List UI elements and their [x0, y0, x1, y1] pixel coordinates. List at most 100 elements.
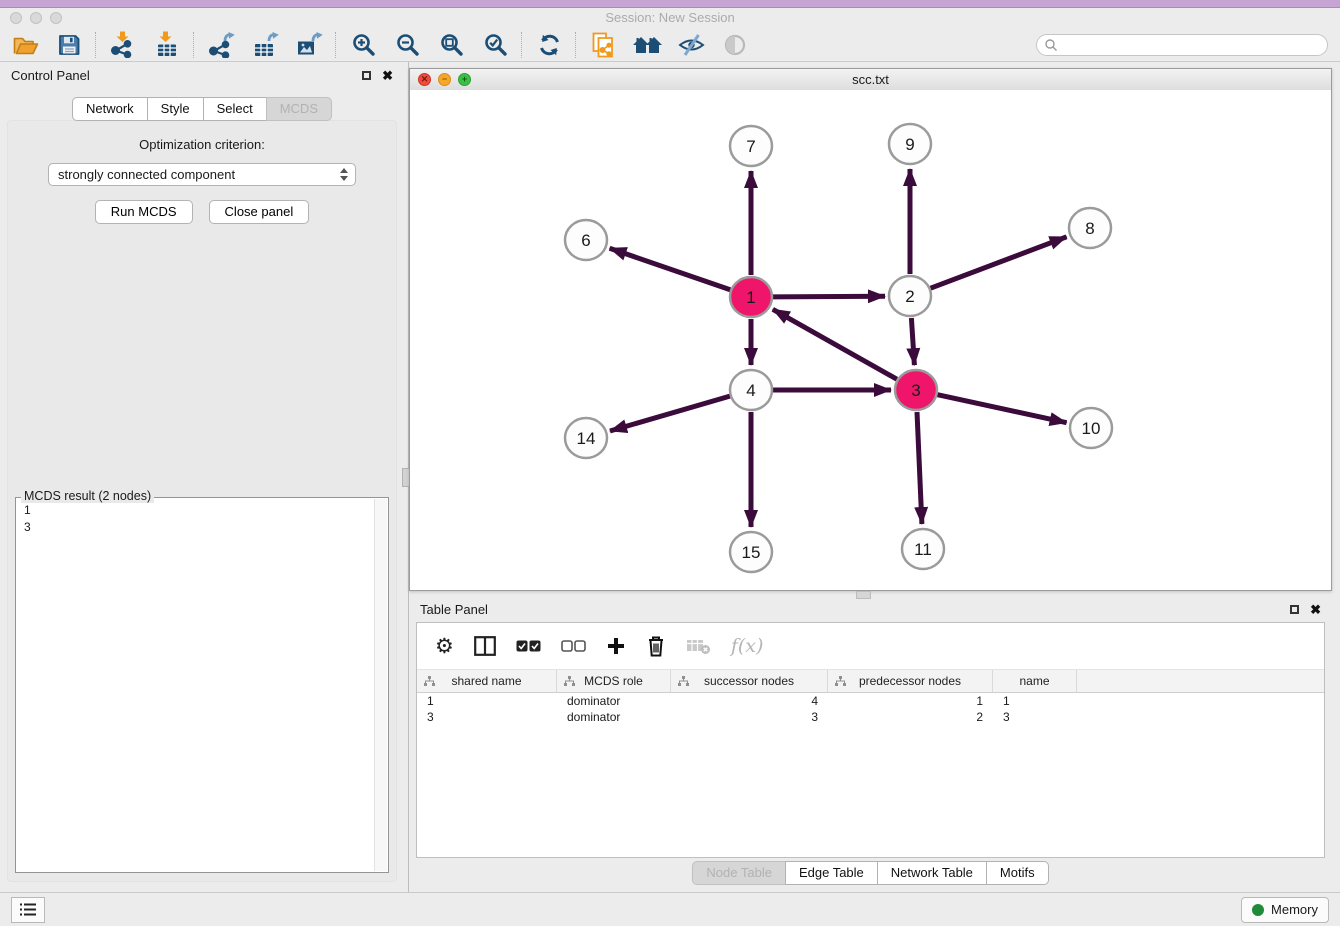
- graph-edge-3-1[interactable]: [773, 309, 897, 379]
- zoom-out-icon: [395, 32, 420, 57]
- graph-edge-2-8[interactable]: [931, 237, 1067, 288]
- table-panel: Table Panel ✖ ⚙: [409, 596, 1332, 888]
- import-network-button[interactable]: [106, 30, 140, 60]
- save-session-button[interactable]: [52, 30, 86, 60]
- zoom-out-button[interactable]: [390, 30, 424, 60]
- close-window-button[interactable]: [10, 12, 22, 24]
- hierarchy-icon: [678, 676, 689, 686]
- close-panel-button[interactable]: Close panel: [209, 200, 310, 224]
- export-image-button[interactable]: [292, 30, 326, 60]
- column-header-predecessor-nodes[interactable]: predecessor nodes: [828, 670, 993, 692]
- export-network-icon: [208, 32, 235, 58]
- column-header-shared-name[interactable]: shared name: [417, 670, 557, 692]
- export-network-button[interactable]: [204, 30, 238, 60]
- column-header-name[interactable]: name: [993, 670, 1077, 692]
- graph-edge-1-6[interactable]: [610, 248, 731, 290]
- maximize-window-button[interactable]: [50, 12, 62, 24]
- result-scrollbar[interactable]: [374, 499, 387, 871]
- hierarchy-icon: [835, 676, 846, 686]
- maximize-network-button[interactable]: +: [458, 73, 471, 86]
- status-bar: Memory: [0, 892, 1340, 926]
- refresh-view-button[interactable]: [532, 30, 566, 60]
- tab-style[interactable]: Style: [147, 97, 204, 121]
- column-header-successor-nodes[interactable]: successor nodes: [671, 670, 828, 692]
- table-row[interactable]: 1dominator411: [417, 693, 1324, 709]
- delete-rows-trash-icon[interactable]: [646, 635, 666, 657]
- network-canvas-svg[interactable]: 7968124314101511: [410, 90, 1331, 590]
- graph-edge-2-3[interactable]: [911, 318, 914, 365]
- graph-edge-4-14[interactable]: [610, 396, 730, 431]
- graph-node-label: 2: [905, 287, 914, 306]
- show-hide-details-button[interactable]: [674, 30, 708, 60]
- cell[interactable]: dominator: [557, 710, 671, 724]
- cell[interactable]: 1: [993, 694, 1077, 708]
- tab-mcds[interactable]: MCDS: [266, 97, 332, 121]
- cell[interactable]: 3: [993, 710, 1077, 724]
- cell[interactable]: 3: [417, 710, 557, 724]
- toolbar-separator: [193, 32, 195, 58]
- graph-node-label: 14: [577, 429, 596, 448]
- node-table-container: ⚙: [416, 622, 1325, 858]
- tab-network-table[interactable]: Network Table: [877, 861, 987, 885]
- float-panel-icon[interactable]: [362, 71, 371, 80]
- cell[interactable]: dominator: [557, 694, 671, 708]
- run-mcds-button[interactable]: Run MCDS: [95, 200, 193, 224]
- graph-node-label: 3: [911, 381, 920, 400]
- memory-button[interactable]: Memory: [1241, 897, 1329, 923]
- column-header-MCDS-role[interactable]: MCDS role: [557, 670, 671, 692]
- table-panel-header: Table Panel ✖: [409, 596, 1332, 622]
- task-history-button[interactable]: [11, 897, 45, 923]
- select-all-columns-icon[interactable]: [516, 640, 541, 653]
- open-folder-icon: [12, 33, 39, 57]
- tab-node-table[interactable]: Node Table: [692, 861, 786, 885]
- network-document-icon: [590, 32, 616, 58]
- close-panel-icon[interactable]: ✖: [1310, 603, 1321, 616]
- minimize-network-button[interactable]: −: [438, 73, 451, 86]
- tab-motifs[interactable]: Motifs: [986, 861, 1049, 885]
- show-columns-icon[interactable]: [474, 636, 496, 656]
- open-session-button[interactable]: [8, 30, 42, 60]
- create-column-plus-icon[interactable]: [606, 636, 626, 656]
- graph-edge-1-2[interactable]: [773, 296, 885, 297]
- create-network-from-selection-button[interactable]: [586, 30, 620, 60]
- tab-edge-table[interactable]: Edge Table: [785, 861, 878, 885]
- control-panel-header: Control Panel ✖: [0, 62, 404, 88]
- cell[interactable]: 3: [671, 710, 828, 724]
- menubar-strip: [0, 0, 1340, 8]
- cell[interactable]: 2: [828, 710, 993, 724]
- table-settings-gear-icon[interactable]: ⚙: [435, 636, 454, 657]
- network-canvas[interactable]: 7968124314101511: [410, 90, 1331, 590]
- search-icon: [1044, 38, 1058, 52]
- hierarchy-icon: [424, 676, 435, 686]
- minimize-window-button[interactable]: [30, 12, 42, 24]
- table-row[interactable]: 3dominator323: [417, 709, 1324, 725]
- float-panel-icon[interactable]: [1290, 605, 1299, 614]
- table-panel-title: Table Panel: [420, 602, 488, 617]
- mcds-result-text[interactable]: 1 3: [16, 498, 375, 872]
- home-view-button[interactable]: [630, 30, 664, 60]
- network-window-controls: ✕ − +: [418, 73, 471, 86]
- import-table-button[interactable]: [150, 30, 184, 60]
- zoom-in-button[interactable]: [346, 30, 380, 60]
- tab-select[interactable]: Select: [203, 97, 267, 121]
- cell[interactable]: 4: [671, 694, 828, 708]
- search-input[interactable]: [1062, 37, 1327, 53]
- floppy-disk-icon: [57, 33, 81, 57]
- window-title: Session: New Session: [0, 8, 1340, 28]
- memory-status-icon: [1252, 904, 1264, 916]
- close-panel-icon[interactable]: ✖: [382, 69, 393, 82]
- close-network-button[interactable]: ✕: [418, 73, 431, 86]
- graph-edge-3-11[interactable]: [917, 412, 922, 524]
- deselect-all-columns-icon[interactable]: [561, 640, 586, 653]
- cell[interactable]: 1: [828, 694, 993, 708]
- zoom-selected-button[interactable]: [478, 30, 512, 60]
- tab-network[interactable]: Network: [72, 97, 148, 121]
- select-stepper-icon: [340, 168, 348, 181]
- search-field[interactable]: [1036, 34, 1328, 56]
- cell[interactable]: 1: [417, 694, 557, 708]
- export-table-button[interactable]: [248, 30, 282, 60]
- zoom-fit-button[interactable]: [434, 30, 468, 60]
- graph-edge-3-10[interactable]: [938, 395, 1067, 423]
- toolbar-separator: [521, 32, 523, 58]
- criterion-select[interactable]: strongly connected component: [48, 163, 356, 186]
